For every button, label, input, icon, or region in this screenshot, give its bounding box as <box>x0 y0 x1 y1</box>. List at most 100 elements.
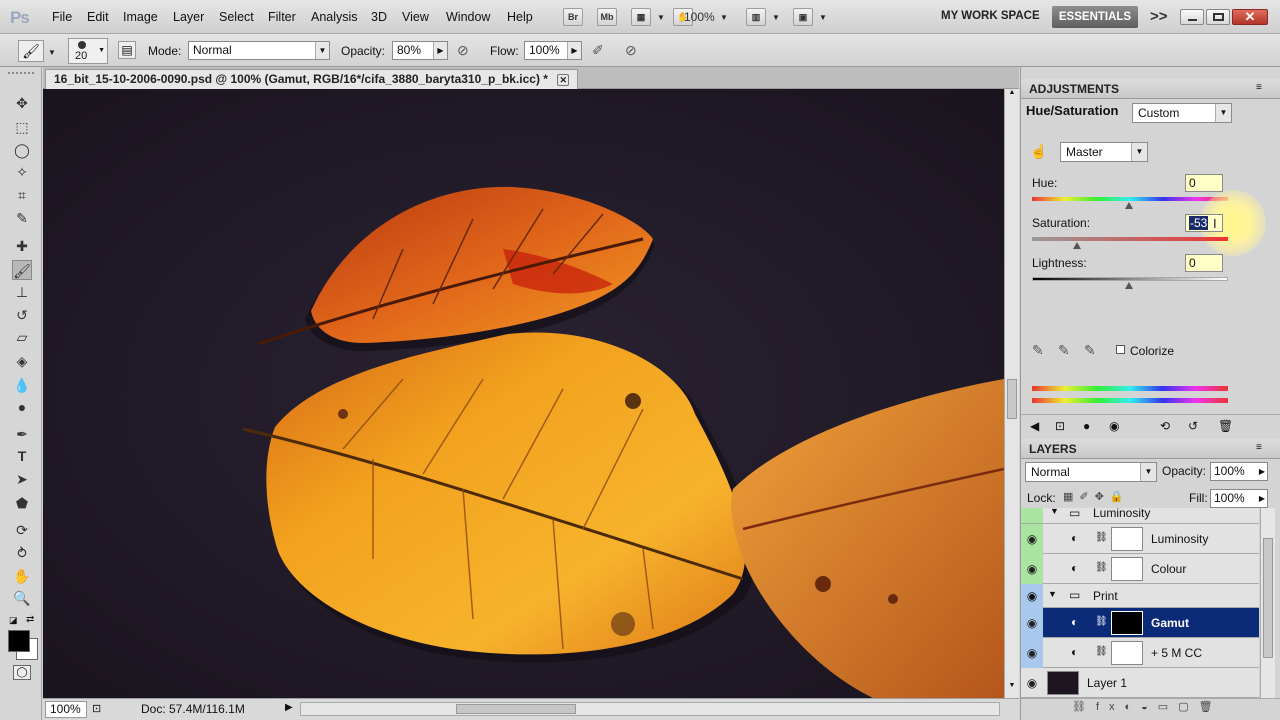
channel-dropdown[interactable]: Master ▼ <box>1060 142 1148 162</box>
eye-icon[interactable]: ◉ <box>1021 608 1043 638</box>
chevron-down-icon[interactable]: ▼ <box>720 13 728 22</box>
eye-icon[interactable]: ◉ <box>1021 584 1043 608</box>
healing-brush-tool-icon[interactable]: ✚ <box>12 236 32 256</box>
status-preview-icon[interactable]: ⊡ <box>92 702 101 715</box>
eye-icon-cell[interactable] <box>1021 508 1043 523</box>
lightness-slider-thumb[interactable] <box>1125 282 1133 289</box>
brush-tool-icon[interactable]: 🖌 <box>12 260 32 280</box>
zoom-field[interactable]: 100% <box>45 701 87 718</box>
status-menu-icon[interactable]: ▶ <box>285 702 293 713</box>
menu-3d[interactable]: 3D <box>371 10 387 24</box>
quick-select-tool-icon[interactable]: ✧ <box>12 162 32 182</box>
chevron-down-icon[interactable]: ▼ <box>819 13 827 22</box>
preset-dropdown[interactable]: Custom ▼ <box>1132 103 1232 123</box>
eye-icon[interactable]: ◉ <box>1021 554 1043 584</box>
view-previous-icon[interactable]: ⟲ <box>1160 419 1170 433</box>
tab-document[interactable]: 16_bit_15-10-2006-0090.psd @ 100% (Gamut… <box>45 69 579 89</box>
horizontal-scrollbar[interactable] <box>300 702 1000 716</box>
hue-slider[interactable] <box>1032 197 1228 201</box>
lasso-tool-icon[interactable]: ◯ <box>12 140 32 160</box>
visibility-icon[interactable]: ◉ <box>1109 419 1119 433</box>
panel-menu-icon[interactable]: ≡ <box>1256 82 1262 93</box>
panel-menu-icon[interactable]: ≡ <box>1256 442 1262 453</box>
chevron-down-icon[interactable]: ▼ <box>1048 589 1057 599</box>
adjustments-panel-tab[interactable]: ADJUSTMENTS <box>1021 79 1280 99</box>
dodge-tool-icon[interactable]: ● <box>12 397 32 417</box>
saturation-slider[interactable] <box>1032 237 1228 241</box>
hue-input[interactable]: 0 <box>1185 174 1223 192</box>
chevron-down-icon[interactable]: ▼ <box>48 48 56 57</box>
brush-size-picker[interactable]: 20 ▼ <box>68 38 108 64</box>
scrollbar-thumb[interactable] <box>1007 379 1017 419</box>
hand-tool-icon[interactable]: ✋ <box>12 566 32 586</box>
saturation-input[interactable]: -53 <box>1185 214 1223 232</box>
pressure-size-icon[interactable]: ⊘ <box>625 42 637 59</box>
layer-row[interactable]: ◉ ◐ ⛓ Luminosity <box>1021 524 1259 554</box>
lightness-slider[interactable] <box>1032 277 1228 281</box>
menu-help[interactable]: Help <box>507 10 533 24</box>
menu-analysis[interactable]: Analysis <box>311 10 358 24</box>
3d-orbit-tool-icon[interactable]: ⥁ <box>12 543 32 563</box>
layers-panel-tab[interactable]: LAYERS <box>1021 439 1280 459</box>
menu-view[interactable]: View <box>402 10 429 24</box>
eyedropper-minus-icon[interactable]: ✎ <box>1084 342 1096 359</box>
screen-mode-button[interactable]: ▣ <box>793 8 813 26</box>
paint-bucket-tool-icon[interactable]: ◈ <box>12 351 32 371</box>
scrollbar-thumb[interactable] <box>1263 538 1273 658</box>
crop-tool-icon[interactable]: ⌗ <box>12 185 32 205</box>
mini-bridge-button[interactable]: Mb <box>597 8 617 26</box>
opacity-field[interactable]: 80% ▶ <box>392 41 448 60</box>
chevron-down-icon[interactable]: ▼ <box>1050 508 1059 516</box>
scroll-up-icon[interactable]: ▲ <box>1007 89 1017 103</box>
chevron-down-icon[interactable]: ▼ <box>657 13 665 22</box>
maximize-button[interactable] <box>1206 9 1230 25</box>
mode-dropdown[interactable]: Normal ▼ <box>188 41 330 60</box>
blur-tool-icon[interactable]: 💧 <box>12 375 32 395</box>
close-tab-icon[interactable]: ✕ <box>557 74 570 86</box>
lightness-input[interactable]: 0 <box>1185 254 1223 272</box>
history-brush-tool-icon[interactable]: ↺ <box>12 305 32 325</box>
close-button[interactable]: ✕ <box>1232 9 1268 25</box>
chevron-down-icon[interactable]: ▼ <box>772 13 780 22</box>
eyedropper-icon[interactable]: ✎ <box>1032 342 1044 359</box>
3d-rotate-tool-icon[interactable]: ⟳ <box>12 520 32 540</box>
scrollbar-thumb[interactable] <box>456 704 576 714</box>
default-colors-icon[interactable]: ◪ <box>9 615 18 626</box>
pen-tool-icon[interactable]: ✒ <box>12 424 32 444</box>
clip-to-layer-icon[interactable]: ● <box>1083 419 1090 433</box>
brush-panel-toggle-icon[interactable]: ▤ <box>118 41 136 59</box>
menu-filter[interactable]: Filter <box>268 10 296 24</box>
path-selection-tool-icon[interactable]: ➤ <box>12 469 32 489</box>
minimize-button[interactable] <box>1180 9 1204 25</box>
layer-row[interactable]: ▼ ▭ Luminosity <box>1021 508 1259 524</box>
toolbox-grip[interactable] <box>8 72 34 78</box>
menu-file[interactable]: File <box>52 10 72 24</box>
saturation-slider-thumb[interactable] <box>1073 242 1081 249</box>
foreground-color-swatch[interactable] <box>8 630 30 652</box>
hue-slider-thumb[interactable] <box>1125 202 1133 209</box>
more-workspaces-icon[interactable]: >> <box>1150 8 1168 25</box>
blend-mode-dropdown[interactable]: Normal ▼ <box>1025 462 1157 482</box>
scroll-down-icon[interactable]: ▼ <box>1007 682 1017 696</box>
quick-mask-icon[interactable]: ◯ <box>13 665 31 680</box>
menu-image[interactable]: Image <box>123 10 158 24</box>
lock-icons[interactable]: ▦✐✥🔒 <box>1063 490 1130 503</box>
workspace-my-work-space[interactable]: MY WORK SPACE <box>941 10 1040 22</box>
eraser-tool-icon[interactable]: ▱ <box>12 327 32 347</box>
workspace-essentials[interactable]: ESSENTIALS <box>1052 6 1138 28</box>
shape-tool-icon[interactable]: ⬟ <box>12 493 32 513</box>
menu-layer[interactable]: Layer <box>173 10 204 24</box>
expand-view-icon[interactable]: ⊡ <box>1055 419 1065 433</box>
layer-row-selected[interactable]: ◉ ◐ ⛓ Gamut <box>1021 608 1259 638</box>
colorize-checkbox[interactable] <box>1116 345 1125 354</box>
eyedropper-tool-icon[interactable]: ✎ <box>12 208 32 228</box>
zoom-level-menu[interactable]: 100% <box>684 10 715 24</box>
eye-icon[interactable]: ◉ <box>1021 524 1043 554</box>
marquee-tool-icon[interactable]: ⬚ <box>12 117 32 137</box>
arrange-documents-button[interactable]: ▥ <box>746 8 766 26</box>
menu-select[interactable]: Select <box>219 10 254 24</box>
airbrush-icon[interactable]: ✐ <box>592 42 604 59</box>
eye-icon[interactable]: ◉ <box>1021 638 1043 668</box>
layer-row[interactable]: ◉ ◐ ⛓ Colour <box>1021 554 1259 584</box>
type-tool-icon[interactable]: T <box>12 446 32 466</box>
